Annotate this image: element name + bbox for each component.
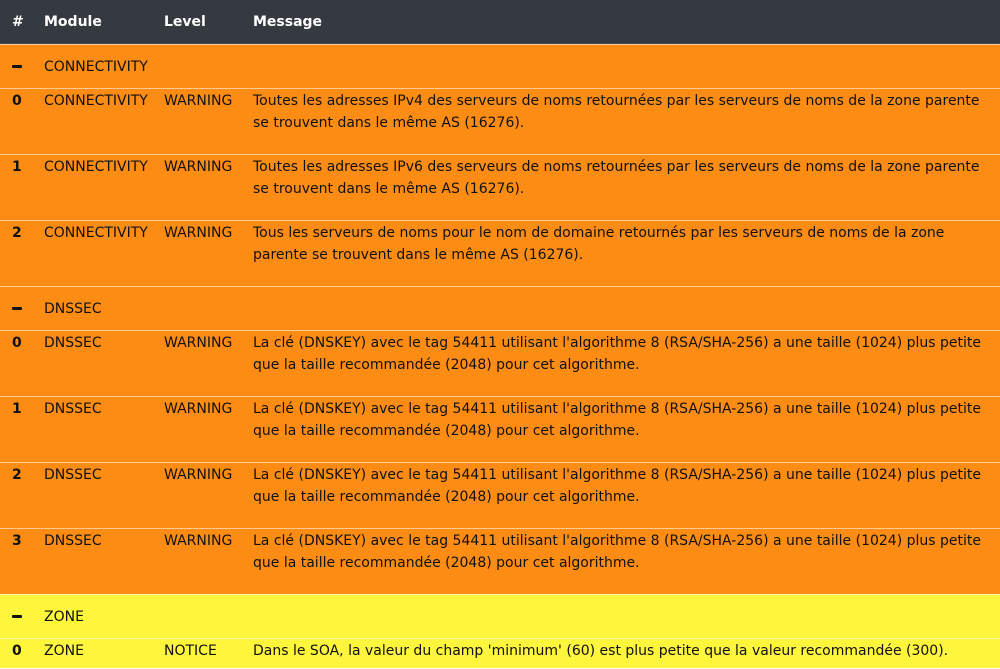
row-message: La clé (DNSKEY) avec le tag 54411 utilis… bbox=[253, 401, 981, 439]
row-level: WARNING bbox=[164, 93, 233, 109]
row-num: 2 bbox=[12, 225, 22, 241]
table-row: 1 CONNECTIVITY WARNING Toutes les adress… bbox=[0, 154, 1000, 220]
row-num: 2 bbox=[12, 467, 22, 483]
row-module: CONNECTIVITY bbox=[44, 93, 148, 109]
table-row: 2 DNSSEC WARNING La clé (DNSKEY) avec le… bbox=[0, 462, 1000, 528]
row-num: 1 bbox=[12, 159, 22, 175]
row-level: WARNING bbox=[164, 401, 233, 417]
row-module: DNSSEC bbox=[44, 335, 102, 351]
row-level: WARNING bbox=[164, 159, 233, 175]
minus-icon[interactable] bbox=[12, 307, 22, 310]
row-num: 3 bbox=[12, 533, 22, 549]
row-num: 0 bbox=[12, 93, 22, 109]
group-label: ZONE bbox=[44, 608, 84, 625]
table-row: 2 CONNECTIVITY WARNING Tous les serveurs… bbox=[0, 220, 1000, 286]
group-label: CONNECTIVITY bbox=[44, 58, 148, 75]
table-row: 3 DNSSEC WARNING La clé (DNSKEY) avec le… bbox=[0, 528, 1000, 594]
row-module: DNSSEC bbox=[44, 533, 102, 549]
minus-icon[interactable] bbox=[12, 65, 22, 68]
row-level: NOTICE bbox=[164, 643, 217, 659]
row-module: DNSSEC bbox=[44, 467, 102, 483]
row-module: CONNECTIVITY bbox=[44, 159, 148, 175]
table-row: 0 CONNECTIVITY WARNING Toutes les adress… bbox=[0, 88, 1000, 154]
group-row-zone[interactable]: ZONE bbox=[0, 594, 1000, 638]
row-num: 1 bbox=[12, 401, 22, 417]
table-row: 1 DNSSEC WARNING La clé (DNSKEY) avec le… bbox=[0, 396, 1000, 462]
row-message: Tous les serveurs de noms pour le nom de… bbox=[253, 225, 945, 263]
row-level: WARNING bbox=[164, 335, 233, 351]
row-message: La clé (DNSKEY) avec le tag 54411 utilis… bbox=[253, 335, 981, 373]
row-num: 0 bbox=[12, 335, 22, 351]
table-row: 0 DNSSEC WARNING La clé (DNSKEY) avec le… bbox=[0, 330, 1000, 396]
table-row: 0 ZONE NOTICE Dans le SOA, la valeur du … bbox=[0, 638, 1000, 668]
row-message: La clé (DNSKEY) avec le tag 54411 utilis… bbox=[253, 533, 981, 571]
row-message: Toutes les adresses IPv6 des serveurs de… bbox=[253, 159, 980, 197]
header-message: Message bbox=[253, 13, 323, 30]
row-message: Toutes les adresses IPv4 des serveurs de… bbox=[253, 93, 980, 131]
header-num: # bbox=[12, 13, 24, 30]
minus-icon[interactable] bbox=[12, 615, 22, 618]
row-module: CONNECTIVITY bbox=[44, 225, 148, 241]
group-row-connectivity[interactable]: CONNECTIVITY bbox=[0, 44, 1000, 88]
row-level: WARNING bbox=[164, 225, 233, 241]
row-num: 0 bbox=[12, 643, 22, 659]
header-level: Level bbox=[164, 13, 206, 30]
row-level: WARNING bbox=[164, 533, 233, 549]
group-row-dnssec[interactable]: DNSSEC bbox=[0, 286, 1000, 330]
row-level: WARNING bbox=[164, 467, 233, 483]
row-message: Dans le SOA, la valeur du champ 'minimum… bbox=[253, 643, 949, 659]
row-message: La clé (DNSKEY) avec le tag 54411 utilis… bbox=[253, 467, 981, 505]
results-table: # Module Level Message CONNECTIVITY 0 CO… bbox=[0, 0, 1000, 668]
row-module: DNSSEC bbox=[44, 401, 102, 417]
header-module: Module bbox=[44, 13, 102, 30]
table-header: # Module Level Message bbox=[0, 0, 1000, 44]
group-label: DNSSEC bbox=[44, 300, 102, 317]
row-module: ZONE bbox=[44, 643, 84, 659]
